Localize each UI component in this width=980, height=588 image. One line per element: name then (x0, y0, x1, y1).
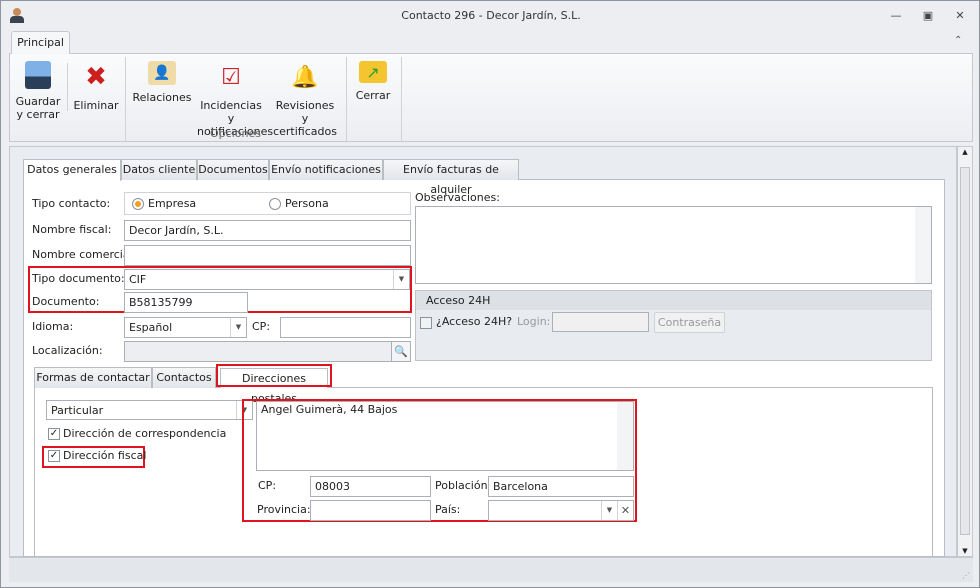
provincia-input[interactable] (310, 500, 431, 521)
cp-label: CP: (252, 320, 271, 333)
street-textarea[interactable]: Angel Guimerà, 44 Bajos (256, 401, 634, 471)
nombre-comercial-label: Nombre comercial: (32, 248, 137, 261)
fiscal-label: Dirección fiscal (63, 449, 147, 462)
envelope-check-icon: ☑ (221, 64, 241, 90)
collapse-ribbon-icon[interactable]: ⌃ (954, 35, 962, 46)
separator (401, 57, 402, 141)
tab-envio-facturas[interactable]: Envío facturas de alquiler (383, 159, 519, 196)
nombre-comercial-input[interactable] (124, 245, 411, 266)
localizacion-input[interactable] (124, 341, 411, 362)
address-cp-label: CP: (258, 479, 277, 492)
delete-button[interactable]: ✖ Eliminar (73, 61, 119, 113)
highlight-subtab (216, 364, 332, 387)
close-window-button[interactable]: ✕ (952, 9, 968, 23)
tab-documentos[interactable]: Documentos (197, 159, 269, 180)
resize-grip-icon[interactable]: ⋰ (962, 571, 970, 580)
chevron-down-icon[interactable]: ▼ (393, 270, 409, 289)
close-button[interactable]: ↗ Cerrar (351, 61, 395, 102)
window-title: Contacto 296 - Decor Jardín, S.L. (401, 9, 581, 22)
idioma-select[interactable]: Español ▼ (124, 317, 247, 338)
street-value: Angel Guimerà, 44 Bajos (261, 403, 398, 416)
cp-input[interactable] (280, 317, 411, 338)
login-input[interactable] (552, 312, 649, 332)
poblacion-input[interactable]: Barcelona (488, 476, 634, 497)
floppy-disk-icon (25, 61, 51, 89)
folder-arrow-icon: ↗ (359, 61, 387, 83)
tipo-documento-label: Tipo documento: (32, 272, 125, 285)
documento-input[interactable]: B58135799 (124, 292, 248, 313)
status-bar: ⋰ (9, 557, 973, 582)
idioma-value: Español (129, 321, 173, 334)
minimize-button[interactable]: — (888, 9, 904, 23)
radio-empresa[interactable] (132, 198, 144, 210)
relations-button[interactable]: 👤 Relaciones (132, 61, 192, 104)
clear-icon[interactable]: ✕ (617, 501, 633, 520)
radio-empresa-label: Empresa (148, 197, 197, 210)
contact-cards-icon: 👤 (148, 61, 176, 85)
password-button[interactable]: Contraseña (654, 312, 725, 333)
tipo-contacto-label: Tipo contacto: (32, 197, 111, 210)
window: Contacto 296 - Decor Jardín, S.L. — ▣ ✕ … (0, 0, 980, 588)
radio-persona-label: Persona (285, 197, 329, 210)
correspondencia-checkbox[interactable]: ✓ (48, 428, 60, 440)
pais-label: País: (435, 503, 461, 516)
correspondencia-label: Dirección de correspondencia (63, 427, 227, 440)
address-cp-input[interactable]: 08003 (310, 476, 431, 497)
chevron-down-icon[interactable]: ▼ (601, 501, 617, 520)
observaciones-label: Observaciones: (415, 191, 500, 204)
poblacion-label: Población: (435, 479, 492, 492)
tab-datos-generales[interactable]: Datos generales (23, 159, 121, 181)
tipo-documento-value: CIF (129, 273, 147, 286)
documento-label: Documento: (32, 295, 100, 308)
tab-envio-notificaciones[interactable]: Envío notificaciones (269, 159, 383, 180)
tipo-documento-select[interactable]: CIF ▼ (124, 269, 410, 290)
address-type-value: Particular (51, 404, 104, 417)
separator (346, 57, 347, 141)
subtab-formas-contactar[interactable]: Formas de contactar (34, 367, 152, 388)
nombre-fiscal-label: Nombre fiscal: (32, 223, 112, 236)
separator (67, 63, 68, 111)
acceso-24h-label: ¿Acceso 24H? (436, 315, 513, 328)
pais-select[interactable]: ▼ ✕ (488, 500, 634, 521)
nombre-fiscal-input[interactable]: Decor Jardín, S.L. (124, 220, 411, 241)
fiscal-checkbox[interactable]: ✓ (48, 450, 60, 462)
radio-persona[interactable] (269, 198, 281, 210)
search-icon[interactable]: 🔍 (391, 341, 411, 362)
observaciones-textarea[interactable] (415, 206, 932, 284)
idioma-label: Idioma: (32, 320, 74, 333)
subtab-contactos[interactable]: Contactos (152, 367, 216, 388)
login-label: Login: (517, 315, 551, 328)
localizacion-label: Localización: (32, 344, 103, 357)
document-bell-icon: 🔔 (291, 64, 319, 90)
acceso-24h-checkbox[interactable] (420, 317, 432, 329)
red-x-icon: ✖ (85, 61, 107, 92)
tab-datos-cliente[interactable]: Datos cliente (121, 159, 197, 180)
acceso-24h-title: Acceso 24H (416, 291, 931, 310)
maximize-button[interactable]: ▣ (920, 9, 936, 23)
save-close-button[interactable]: Guardar y cerrar (13, 61, 63, 121)
provincia-label: Provincia: (257, 503, 311, 516)
vertical-scrollbar[interactable]: ▲ ▼ (957, 146, 973, 557)
app-user-icon (10, 8, 24, 24)
chevron-down-icon[interactable]: ▼ (230, 318, 246, 337)
ribbon-tab-principal[interactable]: Principal (11, 31, 70, 54)
address-type-select[interactable]: Particular ▼ (46, 400, 253, 420)
group-label-opciones: Opciones (210, 127, 261, 140)
